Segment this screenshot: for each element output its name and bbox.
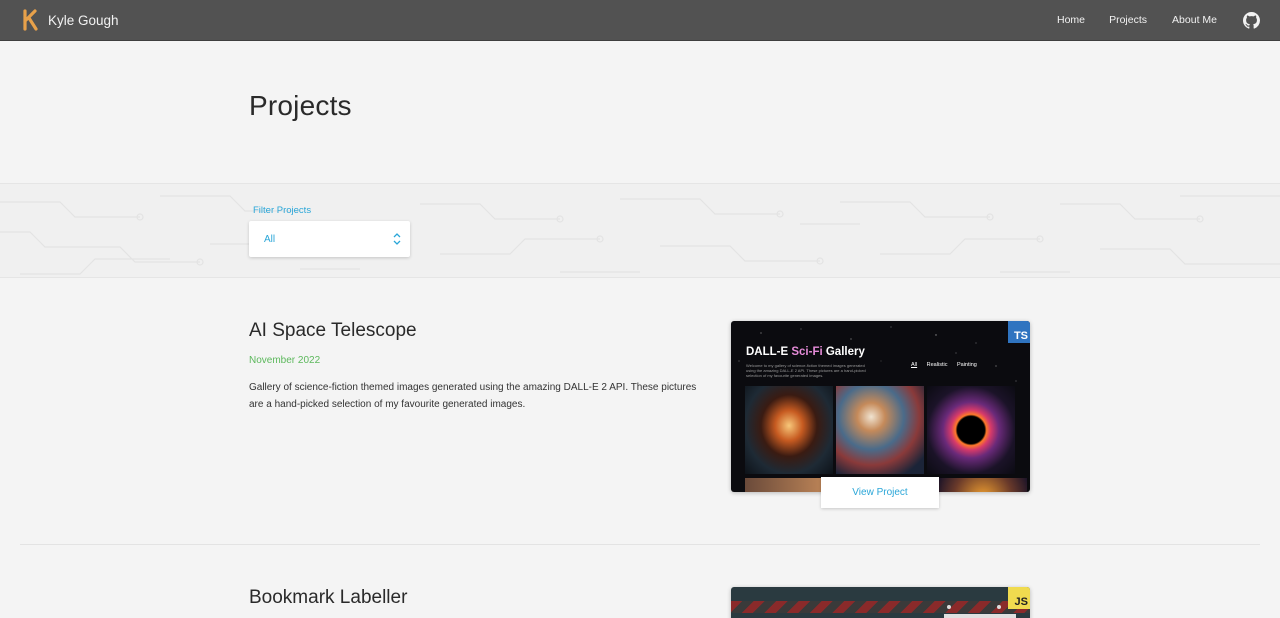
project-title: AI Space Telescope — [249, 320, 417, 341]
preview-tabs: All Realistic Painting — [911, 362, 985, 368]
nav-projects[interactable]: Projects — [1109, 14, 1147, 26]
filter-projects-select[interactable]: All — [249, 221, 410, 257]
project-description: Gallery of science-fiction themed images… — [249, 382, 697, 410]
nav-home[interactable]: Home — [1057, 14, 1085, 26]
brand-name: Kyle Gough — [48, 12, 119, 28]
page-title: Projects — [249, 90, 352, 121]
gallery-image-nebula — [836, 386, 924, 474]
filter-label: Filter Projects — [253, 205, 312, 216]
preview-subtitle: Welcome to my gallery of science-fiction… — [746, 363, 866, 378]
view-project-button[interactable]: View Project — [821, 477, 939, 508]
brand-link[interactable]: Kyle Gough — [22, 9, 119, 31]
preview-tab-painting: Painting — [956, 362, 977, 368]
gallery-image-black-hole — [927, 386, 1015, 474]
project-title: Bookmark Labeller — [249, 587, 408, 608]
k-logo-icon — [23, 9, 38, 31]
gallery-image-partial — [939, 478, 1027, 492]
project-divider — [20, 544, 1260, 545]
preview-dot — [947, 605, 951, 609]
preview-tab-all: All — [911, 362, 918, 368]
preview-title: DALL-E Sci-Fi Gallery — [746, 346, 865, 358]
preview-bar — [944, 614, 1016, 618]
gallery-image-partial — [745, 478, 833, 492]
typescript-badge: TS — [1008, 321, 1030, 343]
circuit-pattern — [0, 195, 1280, 275]
filter-selected-value: All — [264, 234, 276, 245]
javascript-badge: JS — [1008, 587, 1030, 609]
gallery-image-portal — [745, 386, 833, 474]
preview-dot — [997, 605, 1001, 609]
project-date: November 2022 — [249, 355, 321, 366]
navbar: Kyle Gough Home Projects About Me — [0, 0, 1280, 41]
project-thumbnail[interactable]: TS DALL-E Sci-Fi Gallery Welcome to my g… — [731, 321, 1030, 492]
github-icon[interactable] — [1243, 12, 1260, 29]
preview-stripe — [731, 601, 1030, 613]
nav-about-me[interactable]: About Me — [1172, 14, 1217, 26]
project-thumbnail[interactable]: JS — [731, 587, 1030, 618]
select-caret-icon — [393, 233, 401, 245]
preview-tab-realistic: Realistic — [926, 362, 948, 368]
filter-band — [0, 183, 1280, 278]
